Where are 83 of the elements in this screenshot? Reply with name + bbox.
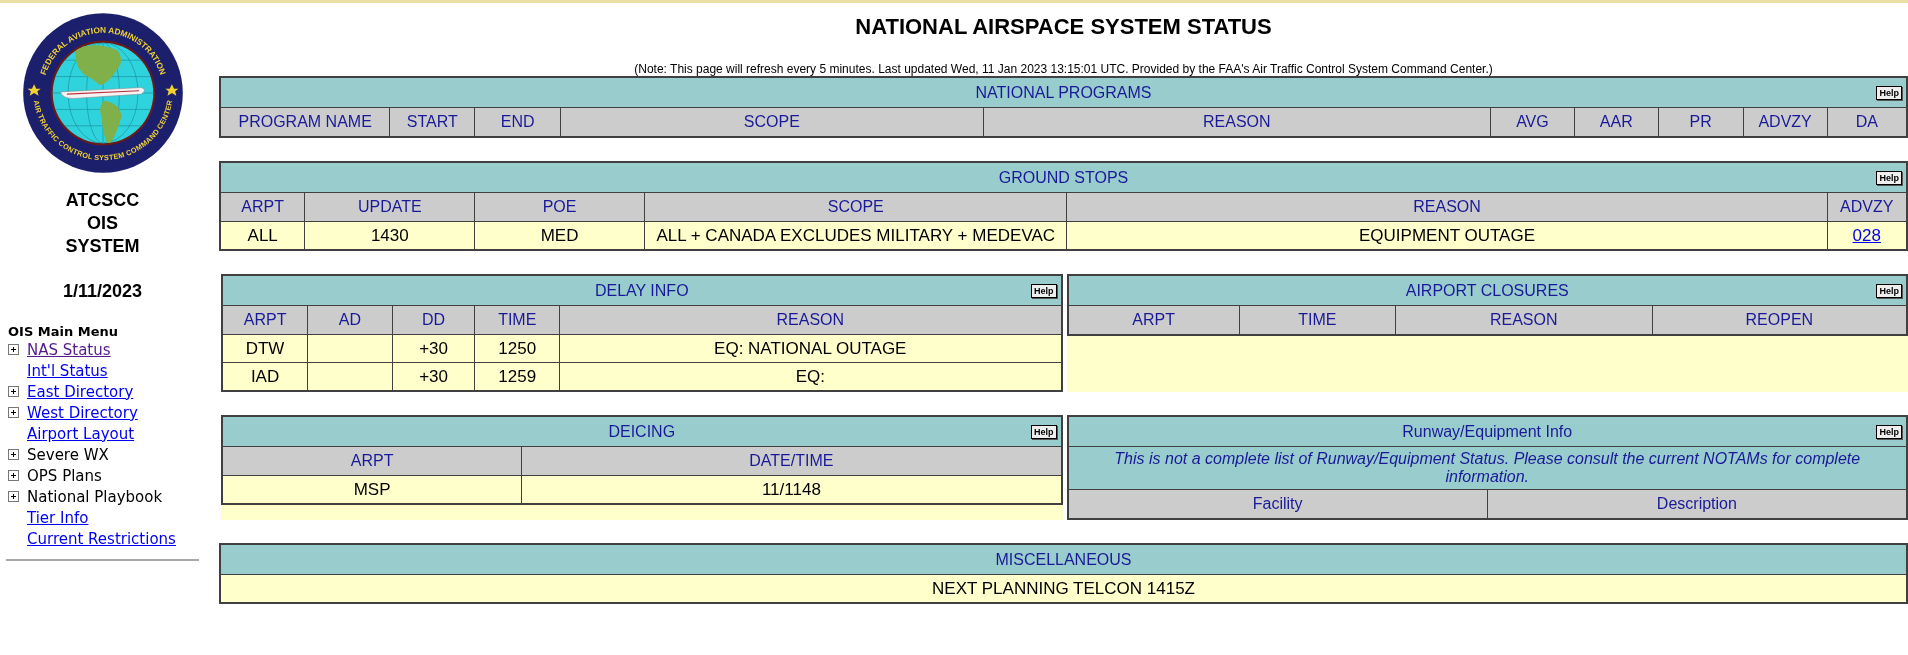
column-header: DA xyxy=(1827,107,1907,137)
table-cell: 11/1148 xyxy=(521,475,1062,504)
expand-icon[interactable] xyxy=(8,491,19,502)
column-header: REASON xyxy=(1066,192,1828,222)
column-header: END xyxy=(474,107,561,137)
menu-item[interactable]: OPS Plans xyxy=(27,466,102,485)
table-cell: ALL xyxy=(220,221,305,250)
menu-item[interactable]: Severe WX xyxy=(27,445,109,464)
table-cell: +30 xyxy=(392,362,475,391)
menu-link[interactable]: NAS Status xyxy=(27,340,111,359)
help-button[interactable]: Help xyxy=(1876,170,1902,185)
column-header: REASON xyxy=(983,107,1491,137)
column-header: ADVZY xyxy=(1743,107,1828,137)
column-header: AD xyxy=(307,305,393,335)
page-title: NATIONAL AIRSPACE SYSTEM STATUS xyxy=(854,14,1273,40)
help-button[interactable]: Help xyxy=(1876,283,1902,298)
table-cell: IAD xyxy=(222,362,308,391)
section-title-text: Runway/Equipment Info xyxy=(1402,422,1573,440)
column-header: SCOPE xyxy=(560,107,984,137)
date-text: 1/11/2023 xyxy=(61,281,144,302)
help-button[interactable]: Help xyxy=(1876,424,1902,439)
table-cell: NEXT PLANNING TELCON 1415Z xyxy=(220,574,1907,603)
column-header: TIME xyxy=(1239,305,1396,335)
column-header: Description xyxy=(1487,489,1907,519)
menu-link[interactable]: Airport Layout xyxy=(27,424,135,443)
column-header: PROGRAM NAME xyxy=(220,107,390,137)
column-header: ARPT xyxy=(222,446,522,476)
system-name: OIS xyxy=(86,212,119,235)
table-cell: EQ: xyxy=(559,362,1062,391)
expand-icon[interactable] xyxy=(8,449,19,460)
column-header: DATE/TIME xyxy=(521,446,1062,476)
help-button[interactable]: Help xyxy=(1031,283,1057,298)
column-header: ARPT xyxy=(222,305,308,335)
menu-link[interactable]: Current Restrictions xyxy=(27,529,176,548)
section-title-text: MISCELLANEOUS xyxy=(995,550,1132,568)
table-cell: DTW xyxy=(222,334,308,363)
help-button[interactable]: Help xyxy=(1876,85,1902,100)
menu-link[interactable]: West Directory xyxy=(27,403,138,422)
menu-link[interactable]: Tier Info xyxy=(27,508,89,527)
table-cell: EQ: NATIONAL OUTAGE xyxy=(559,334,1062,363)
section-title-text: GROUND STOPS xyxy=(998,168,1129,186)
column-header: POE xyxy=(474,192,645,222)
system-name: SYSTEM xyxy=(64,235,141,258)
column-header: UPDATE xyxy=(304,192,475,222)
table-cell: 1259 xyxy=(474,362,560,391)
column-header: AAR xyxy=(1574,107,1659,137)
column-header: ARPT xyxy=(220,192,305,222)
section-title-text: AIRPORT CLOSURES xyxy=(1405,281,1569,299)
column-header: ADVZY xyxy=(1827,192,1907,222)
column-header: DD xyxy=(392,305,475,335)
column-header: Facility xyxy=(1067,489,1488,519)
notice-text: This is not a complete list of Runway/Equipment Status. Please consult the current NOTAMs for complete information. xyxy=(1067,446,1907,490)
menu-item[interactable]: National Playbook xyxy=(27,487,163,506)
table-cell: 1250 xyxy=(474,334,560,363)
table-cell: MED xyxy=(474,221,645,250)
expand-icon[interactable] xyxy=(8,407,19,418)
column-header: START xyxy=(389,107,475,137)
column-header: REOPEN xyxy=(1652,305,1907,335)
advisory-link[interactable]: 028 xyxy=(1852,225,1881,245)
column-header: SCOPE xyxy=(644,192,1067,222)
column-header: REASON xyxy=(1395,305,1653,335)
column-header: ARPT xyxy=(1067,305,1240,335)
table-cell: EQUIPMENT OUTAGE xyxy=(1066,221,1828,250)
column-header: TIME xyxy=(474,305,560,335)
table-cell: 1430 xyxy=(304,221,475,250)
section-title-text: NATIONAL PROGRAMS xyxy=(975,83,1152,101)
menu-link[interactable]: Int'l Status xyxy=(27,361,108,380)
table-cell: MSP xyxy=(222,475,522,504)
section-title-text: DEICING xyxy=(608,422,676,440)
column-header: PR xyxy=(1658,107,1744,137)
refresh-note: (Note: This page will refresh every 5 minutes. Last updated Wed, 11 Jan 2023 13:15:01 UTC. Provided by the FAA's Air Traffic Control System Command Center.) xyxy=(633,62,1494,76)
expand-icon[interactable] xyxy=(8,386,19,397)
section-title-text: DELAY INFO xyxy=(594,281,689,299)
system-name: ATCSCC xyxy=(64,189,141,212)
table-cell: ALL + CANADA EXCLUDES MILITARY + MEDEVAC xyxy=(644,221,1067,250)
column-header: REASON xyxy=(559,305,1062,335)
table-cell: +30 xyxy=(392,334,475,363)
expand-icon[interactable] xyxy=(8,470,19,481)
column-header: AVG xyxy=(1490,107,1575,137)
help-button[interactable]: Help xyxy=(1031,424,1057,439)
menu-title: OIS Main Menu xyxy=(8,324,119,339)
menu-link[interactable]: East Directory xyxy=(27,382,134,401)
expand-icon[interactable] xyxy=(8,344,19,355)
